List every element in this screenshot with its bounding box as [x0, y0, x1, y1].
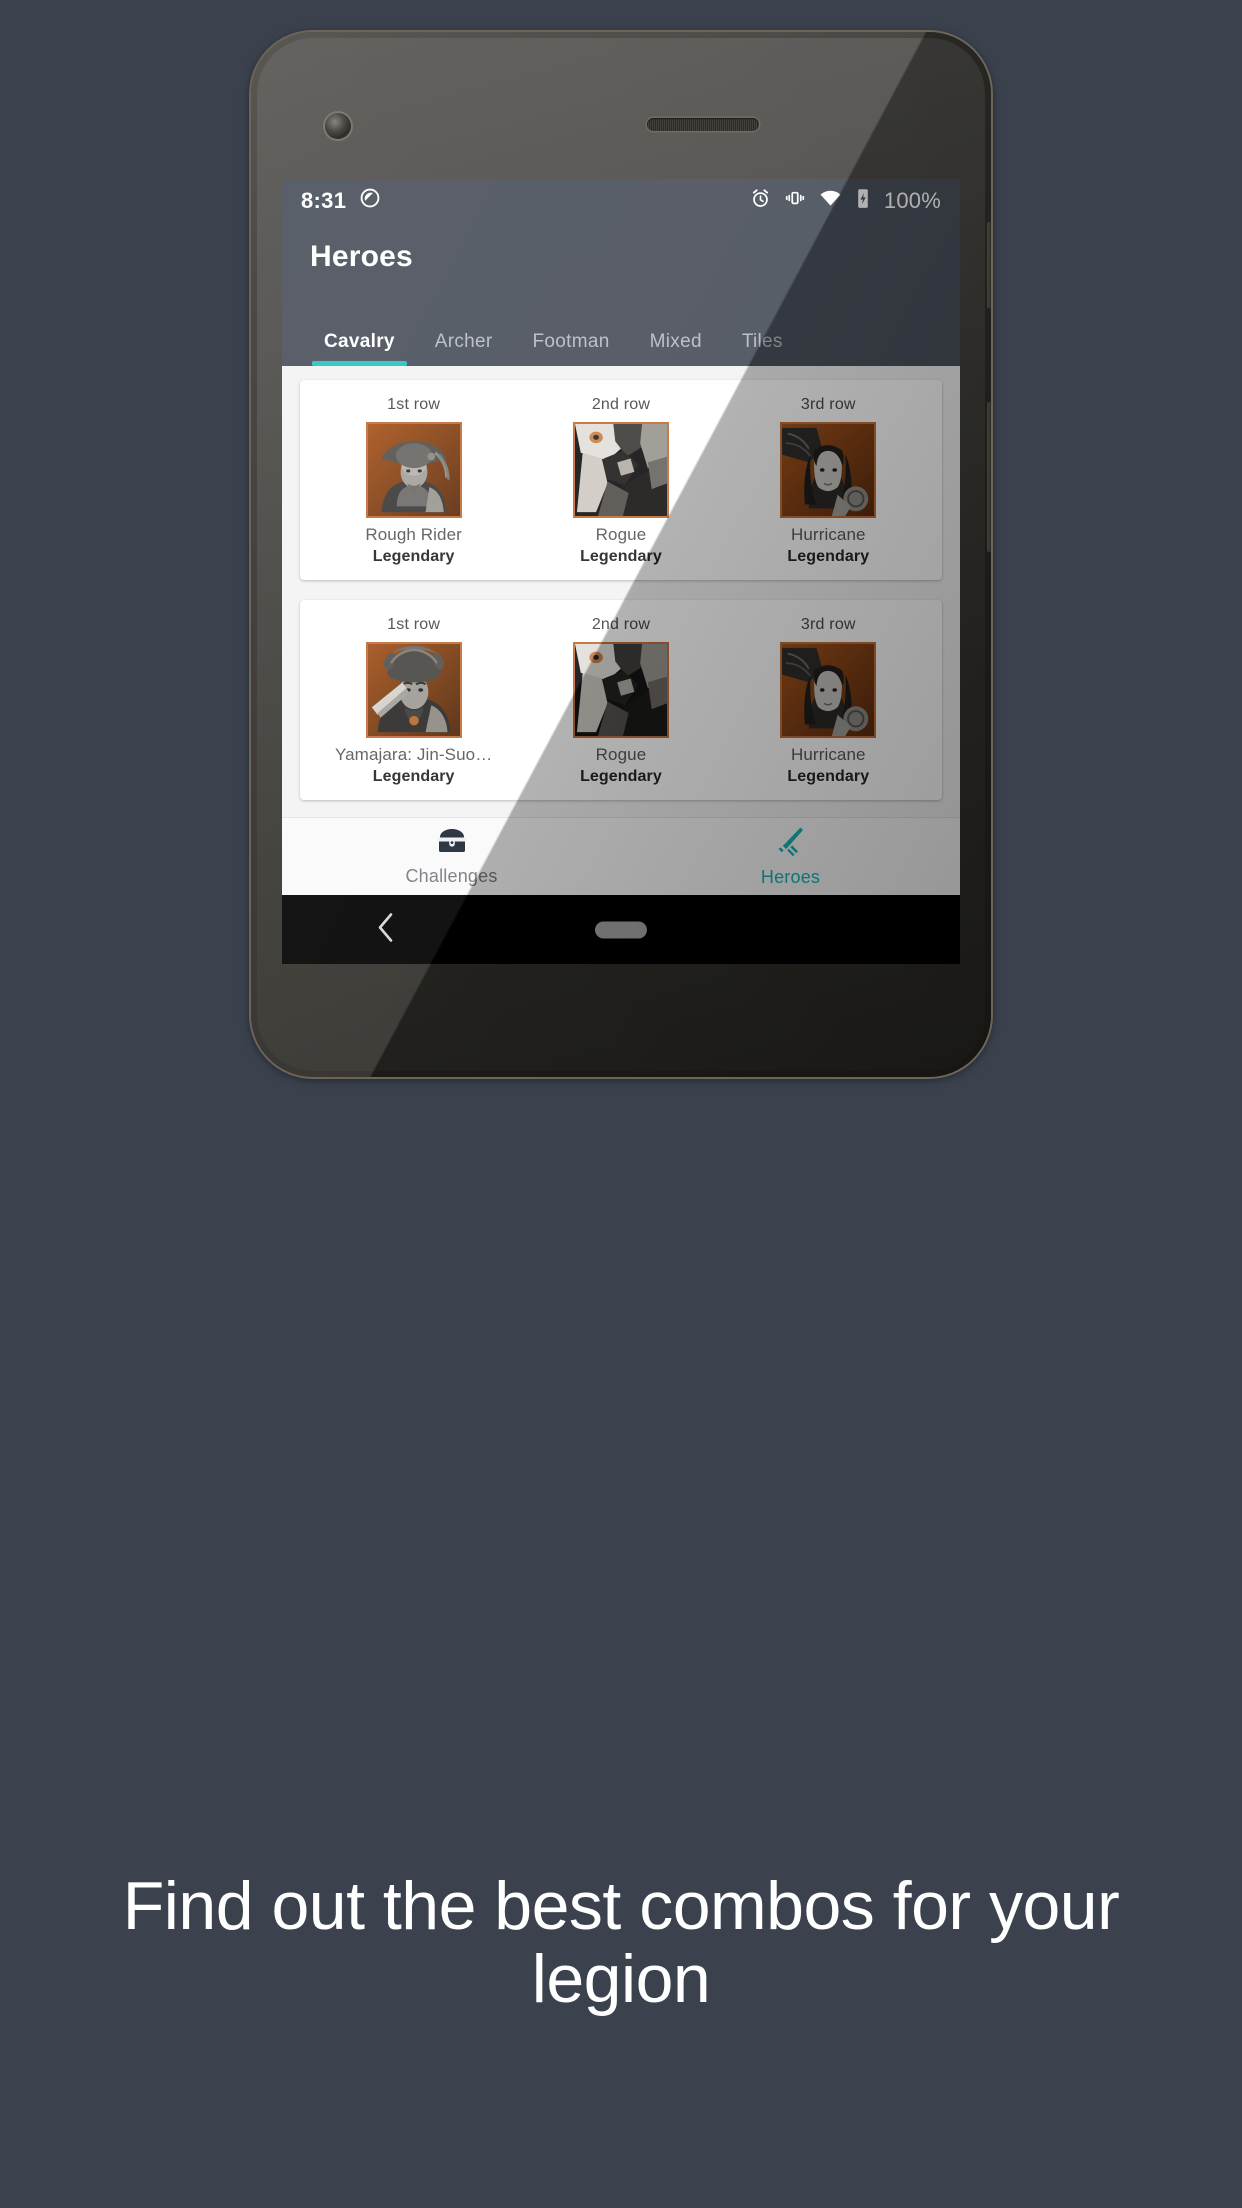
hero-rarity: Legendary [580, 548, 662, 565]
front-camera-icon [325, 113, 351, 139]
rough-rider-portrait [365, 422, 462, 518]
hero-slot[interactable]: 1st row [319, 616, 509, 786]
app-bar: Heroes [282, 222, 960, 314]
battery-percent-label: 100% [883, 187, 941, 213]
phone-screen: 8:31 100% Heroes Cavalry Archer Footman … [282, 179, 960, 964]
hero-slot[interactable]: 2nd row [526, 616, 716, 786]
volume-button[interactable] [987, 402, 991, 552]
rogue-portrait [572, 642, 669, 738]
hero-rarity: Legendary [580, 768, 662, 785]
nav-item-challenges[interactable]: Challenges [282, 827, 621, 887]
nav-label-challenges: Challenges [405, 865, 498, 886]
earpiece-speaker-icon [647, 118, 759, 131]
android-navigation-bar [282, 895, 960, 964]
hero-rarity: Legendary [372, 548, 455, 565]
hero-name: Rogue [595, 745, 647, 764]
nav-label-heroes: Heroes [760, 866, 821, 887]
hero-slot[interactable]: 3rd row [733, 396, 923, 566]
battery-charging-icon [855, 187, 871, 215]
tab-tiles[interactable]: Tiles [722, 331, 803, 366]
status-bar-left: 8:31 [301, 187, 381, 214]
hero-rarity: Legendary [787, 768, 870, 785]
hero-name: Rogue [595, 525, 647, 544]
wifi-icon [819, 187, 842, 215]
tab-archer[interactable]: Archer [415, 331, 513, 366]
slot-row-label: 2nd row [591, 616, 651, 633]
promo-caption: Find out the best combos for your legion [122, 1868, 1120, 2018]
tab-bar: Cavalry Archer Footman Mixed Tiles [282, 314, 960, 366]
combo-card[interactable]: 1st row [300, 600, 942, 800]
power-button[interactable] [987, 222, 991, 308]
slot-row-label: 2nd row [591, 396, 651, 413]
back-chevron-icon[interactable] [375, 911, 397, 948]
nav-item-heroes[interactable]: Heroes [621, 826, 960, 888]
tab-mixed[interactable]: Mixed [630, 331, 722, 366]
hero-name: Hurricane [791, 525, 866, 544]
tab-footman[interactable]: Footman [513, 331, 630, 366]
bottom-navigation-bar: Challenges Heroes [282, 817, 960, 895]
status-bar: 8:31 100% [282, 179, 960, 222]
slot-row-label: 1st row [387, 616, 441, 633]
alarm-icon [750, 188, 771, 214]
hero-name: Hurricane [791, 745, 866, 764]
promo-screenshot: 8:31 100% Heroes Cavalry Archer Footman … [0, 0, 1242, 2208]
slot-row-label: 3rd row [800, 616, 856, 633]
do-not-disturb-icon [359, 187, 381, 214]
vibrate-icon [784, 187, 806, 214]
home-pill-icon[interactable] [595, 921, 647, 938]
hurricane-portrait [780, 642, 877, 738]
hero-rarity: Legendary [787, 548, 870, 565]
combo-card[interactable]: 1st row [300, 380, 942, 580]
hero-rarity: Legendary [372, 768, 455, 785]
hero-name: Rough Rider [365, 525, 462, 544]
treasure-chest-icon [436, 827, 468, 860]
hero-slot[interactable]: 3rd row [733, 616, 923, 786]
page-title: Heroes [310, 240, 413, 273]
rogue-portrait [572, 422, 669, 518]
status-bar-right: 100% [750, 187, 941, 215]
hero-name: Yamajara: Jin-Suo… [334, 745, 493, 764]
hero-slot[interactable]: 2nd row [526, 396, 716, 566]
hurricane-portrait [780, 422, 877, 518]
sword-icon [775, 826, 807, 861]
tab-cavalry[interactable]: Cavalry [304, 331, 415, 366]
status-bar-clock: 8:31 [301, 187, 347, 213]
hero-slot[interactable]: 1st row [319, 396, 509, 566]
slot-row-label: 1st row [387, 396, 441, 413]
yamajara-portrait [365, 642, 462, 738]
slot-row-label: 3rd row [800, 396, 856, 413]
